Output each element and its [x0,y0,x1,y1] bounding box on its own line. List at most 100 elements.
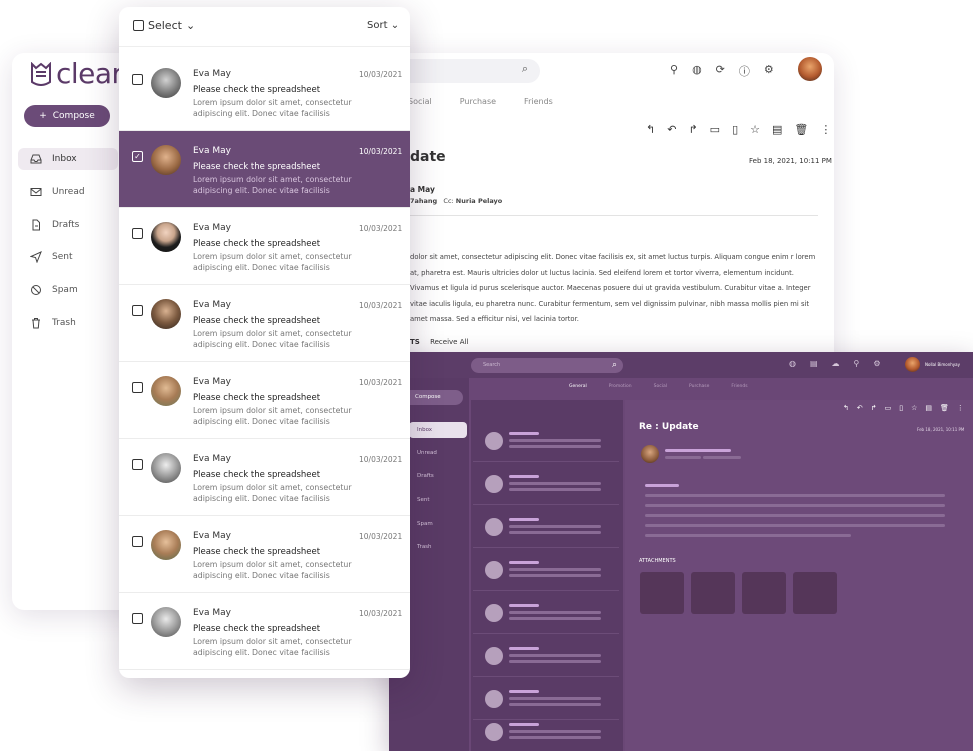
select-all-checkbox[interactable] [133,20,144,31]
row-checkbox[interactable] [132,613,143,624]
table-row[interactable]: ✓ Eva May 10/03/2021 Please check the sp… [119,131,410,208]
attachment-tile[interactable] [640,572,684,614]
row-checkbox[interactable] [132,305,143,316]
chevron-down-icon: ⌄ [185,19,196,32]
tab-general[interactable]: General [569,384,587,389]
sidebar-item-trash[interactable]: Trash [18,312,118,334]
dark-top-toolbar: ◍ ▤ ☁ ⚲ ⚙ [789,359,881,368]
reply-all-icon[interactable]: ↶ [667,123,676,136]
list-item[interactable] [473,637,619,677]
reply-all-icon[interactable]: ↶ [857,404,863,412]
top-toolbar: ⚲ ◍ ⟳ ⓘ ⚙ [670,63,774,79]
line-placeholder [509,531,601,534]
reply-icon[interactable]: ↰ [646,123,655,136]
tab-friends[interactable]: Friends [731,384,747,389]
chat-icon[interactable]: ◍ [789,359,796,368]
list-item[interactable] [473,465,619,505]
logo-icon [31,61,51,86]
compose-button[interactable]: + Compose [24,105,110,127]
tab-purchase[interactable]: Purchase [689,384,709,389]
sender-placeholder [509,647,539,650]
row-checkbox-checked[interactable]: ✓ [132,151,143,162]
cloud-icon[interactable]: ☁ [832,359,840,368]
tab-social[interactable]: Social [408,97,432,106]
list-item[interactable] [473,422,619,462]
tab-promotion[interactable]: Promotion [609,384,632,389]
forward-icon[interactable]: ↱ [871,404,877,412]
receive-all-link[interactable]: Receive All [430,338,468,346]
more-icon[interactable]: ⋮ [820,123,831,136]
list-item[interactable] [473,713,619,751]
dark-sidebar-item-sent[interactable]: Sent [409,492,467,508]
table-row[interactable]: Eva May 10/03/2021 Please check the spre… [119,593,410,670]
attachment-tile[interactable] [691,572,735,614]
sort-dropdown[interactable]: Sort ⌄ [367,20,399,31]
dark-sidebar-item-spam[interactable]: Spam [409,516,467,532]
bookmark-icon[interactable]: ▯ [899,404,903,412]
archive-icon[interactable]: ▤ [925,404,932,412]
table-row[interactable]: Eva May 10/03/2021 Please check the spre… [119,208,410,285]
settings-icon[interactable]: ⚙ [873,359,880,368]
list-item[interactable] [473,594,619,634]
reply-icon[interactable]: ↰ [843,404,849,412]
avatar [485,690,503,708]
dark-sidebar-item-drafts[interactable]: Drafts [409,468,467,484]
sender-placeholder [509,518,539,521]
sidebar-item-inbox[interactable]: Inbox [18,148,118,170]
list-item[interactable] [473,551,619,591]
avatar[interactable] [905,357,920,372]
star-icon[interactable]: ☆ [750,123,760,136]
line-placeholder [645,514,945,517]
sidebar-item-unread[interactable]: Unread [18,181,118,203]
row-checkbox[interactable] [132,74,143,85]
dark-sidebar-item-trash[interactable]: Trash [409,539,467,555]
row-checkbox[interactable] [132,382,143,393]
search-input[interactable]: ⌕ [392,59,540,83]
message-date: Feb 18, 2021, 10:11 PM [749,157,832,165]
star-icon[interactable]: ☆ [911,404,917,412]
dark-sidebar-item-inbox[interactable]: Inbox [409,422,467,438]
archive-icon[interactable]: ▤ [810,359,818,368]
settings-icon[interactable]: ⚙ [764,63,774,79]
info-icon[interactable]: ⓘ [739,63,750,79]
select-dropdown[interactable]: Select ⌄ [133,19,195,32]
attachment-tile[interactable] [793,572,837,614]
folder-icon[interactable]: ▭ [710,123,720,136]
more-icon[interactable]: ⋮ [957,404,964,412]
tab-friends[interactable]: Friends [524,97,553,106]
line-placeholder [509,439,601,442]
tab-social[interactable]: Social [654,384,667,389]
sidebar-item-drafts[interactable]: Drafts [18,214,118,236]
attachment-tile[interactable] [742,572,786,614]
table-row[interactable]: Eva May 10/03/2021 Please check the spre… [119,439,410,516]
sender-name: Eva May [193,300,231,310]
sidebar-item-sent[interactable]: Sent [18,246,118,268]
sidebar-item-spam[interactable]: Spam [18,279,118,301]
forward-icon[interactable]: ↱ [688,123,697,136]
line-placeholder [645,504,945,507]
list-item[interactable] [473,508,619,548]
notification-icon[interactable]: ⚲ [670,63,678,79]
table-row[interactable]: Eva May 10/03/2021 Please check the spre… [119,516,410,593]
dark-search-input[interactable]: Search ⌕ [471,358,623,373]
table-row[interactable]: Eva May 10/03/2021 Please check the spre… [119,362,410,439]
row-checkbox[interactable] [132,536,143,547]
table-row[interactable]: Eva May 10/03/2021 Please check the spre… [119,285,410,362]
delete-icon[interactable]: 🗑 [794,123,808,136]
row-checkbox[interactable] [132,459,143,470]
notification-icon[interactable]: ⚲ [854,359,860,368]
dark-sidebar-item-unread[interactable]: Unread [409,445,467,461]
avatar [485,561,503,579]
table-row[interactable]: Eva May 10/03/2021 Please check the spre… [119,54,410,131]
row-checkbox[interactable] [132,228,143,239]
chat-icon[interactable]: ◍ [692,63,702,79]
sync-icon[interactable]: ⟳ [716,63,725,79]
folder-icon[interactable]: ▭ [885,404,892,412]
delete-icon[interactable]: 🗑 [940,404,949,412]
avatar [151,453,181,483]
bookmark-icon[interactable]: ▯ [732,123,738,136]
recipient-name: 7ahang [410,197,438,205]
avatar[interactable] [798,57,822,81]
archive-icon[interactable]: ▤ [772,123,782,136]
tab-purchase[interactable]: Purchase [460,97,496,106]
